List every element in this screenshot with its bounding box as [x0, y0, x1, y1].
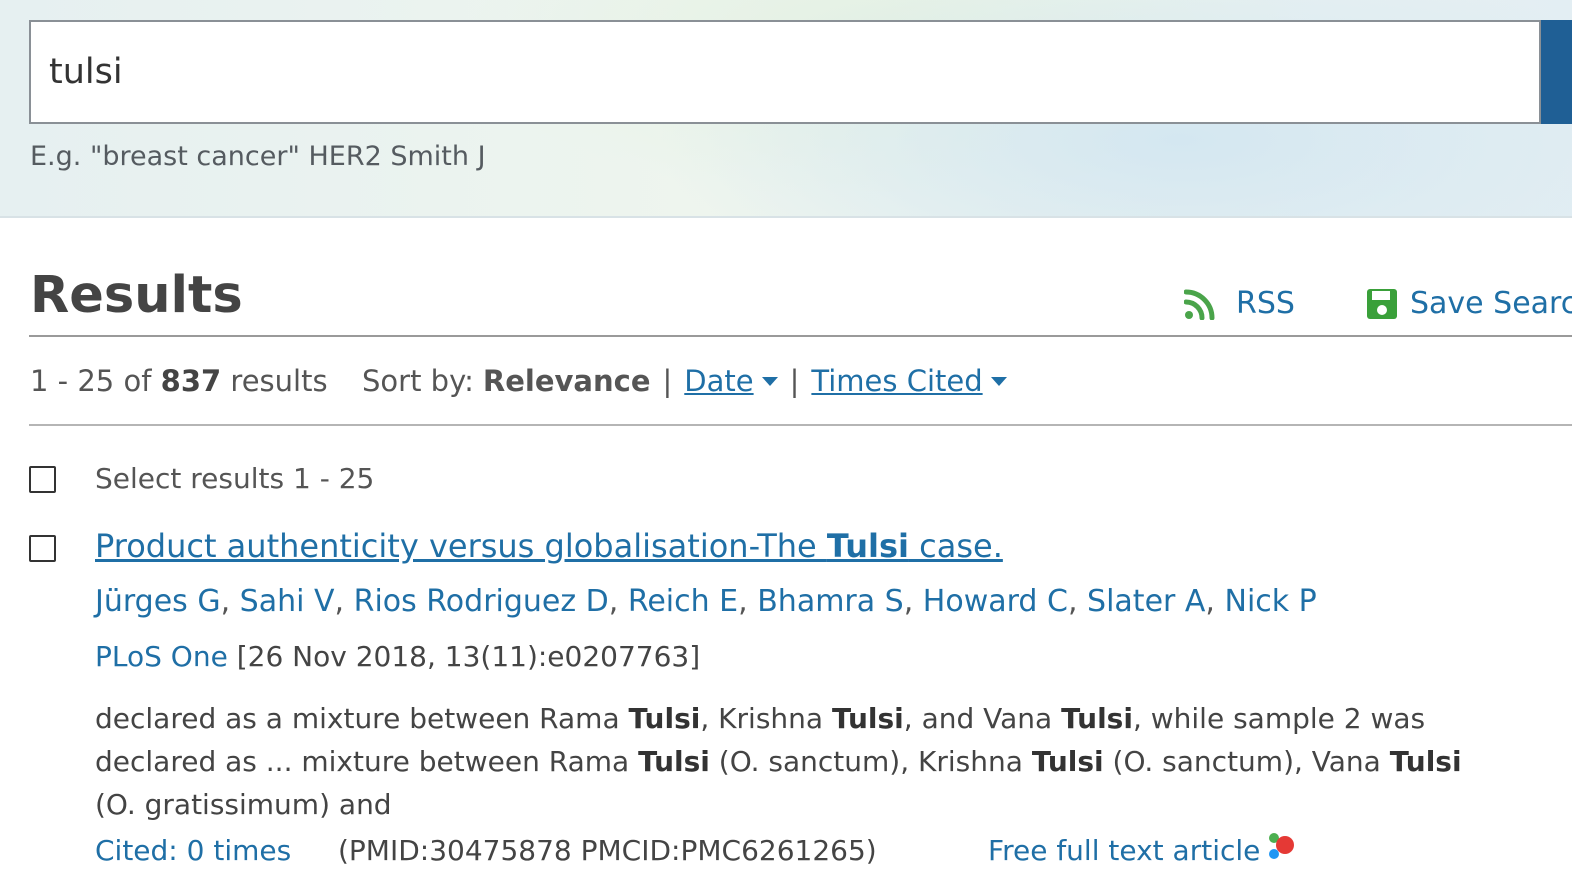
- title-highlight: Tulsi: [826, 527, 909, 565]
- results-count: 1 - 25 of 837 results: [30, 364, 328, 398]
- author-link[interactable]: Bhamra S: [757, 584, 904, 619]
- snippet-text: (O. gratissimum) and: [95, 788, 392, 821]
- sort-divider: [29, 424, 1572, 426]
- search-input[interactable]: [29, 20, 1541, 124]
- sort-separator: |: [662, 364, 673, 398]
- snippet-text: (O. sanctum), Vana: [1103, 745, 1390, 778]
- article-title-link[interactable]: Product authenticity versus globalisatio…: [95, 527, 1003, 565]
- caret-down-icon: [761, 376, 778, 386]
- snippet-highlight: Tulsi: [1031, 745, 1104, 778]
- snippet-highlight: Tulsi: [638, 745, 710, 778]
- select-all-checkbox[interactable]: [29, 466, 56, 493]
- author-link[interactable]: Howard C: [923, 584, 1068, 619]
- author-separator: ,: [334, 584, 354, 619]
- snippet-highlight: Tulsi: [1389, 745, 1462, 778]
- author-separator: ,: [903, 584, 923, 619]
- author-link[interactable]: Reich E: [628, 584, 738, 619]
- sort-separator: |: [789, 364, 800, 398]
- snippet-highlight: Tulsi: [1061, 702, 1133, 735]
- count-total: 837: [160, 364, 222, 398]
- floppy-disk-icon: [1367, 288, 1397, 319]
- abstract-snippet: declared as a mixture between Rama Tulsi…: [95, 697, 1495, 826]
- snippet-text: , Krishna: [700, 702, 832, 735]
- author-link[interactable]: Rios Rodriguez D: [354, 584, 609, 619]
- title-text-end: case.: [908, 527, 1003, 565]
- caret-down-icon: [990, 376, 1007, 386]
- results-divider: [29, 335, 1572, 337]
- results-title: Results: [30, 266, 243, 325]
- article-ids: (PMID:30475878 PMCID:PMC6261265): [338, 834, 877, 867]
- sort-times-cited-label: Times Cited: [811, 364, 983, 398]
- search-band: E.g. "breast cancer" HER2 Smith J: [0, 0, 1572, 218]
- free-full-text-link[interactable]: Free full text article: [988, 833, 1300, 867]
- select-all-label: Select results 1 - 25: [95, 462, 375, 495]
- author-link[interactable]: Slater A: [1087, 584, 1205, 619]
- search-button[interactable]: [1541, 20, 1572, 124]
- journal-link[interactable]: PLoS One: [95, 640, 228, 673]
- citation-details: [26 Nov 2018, 13(11):e0207763]: [227, 640, 701, 673]
- rss-label: RSS: [1236, 286, 1295, 321]
- sort-times-cited-link[interactable]: Times Cited: [811, 364, 1007, 398]
- author-list: Jürges G, Sahi V, Rios Rodriguez D, Reic…: [95, 584, 1317, 619]
- author-link[interactable]: Sahi V: [240, 584, 335, 619]
- journal-citation: PLoS One [26 Nov 2018, 13(11):e0207763]: [95, 640, 700, 673]
- author-link[interactable]: Jürges G: [95, 584, 221, 619]
- snippet-highlight: Tulsi: [831, 702, 904, 735]
- sort-label: Sort by:: [362, 364, 474, 398]
- snippet-text: declared as a mixture between Rama: [95, 702, 629, 735]
- sort-relevance: Relevance: [482, 364, 651, 398]
- sort-date-label: Date: [684, 364, 754, 398]
- sort-date-link[interactable]: Date: [684, 364, 778, 398]
- snippet-highlight: Tulsi: [628, 702, 701, 735]
- rss-icon: [1184, 289, 1215, 320]
- title-text: Product authenticity versus globalisatio…: [95, 527, 827, 565]
- save-search-label: Save Search: [1410, 286, 1572, 321]
- count-suffix: results: [221, 364, 328, 398]
- snippet-text: (O. sanctum), Krishna: [709, 745, 1032, 778]
- result-checkbox[interactable]: [29, 535, 56, 562]
- count-prefix: 1 - 25 of: [30, 364, 161, 398]
- author-separator: ,: [608, 584, 628, 619]
- author-separator: ,: [1067, 584, 1088, 619]
- author-link[interactable]: Nick P: [1225, 584, 1317, 619]
- sort-bar: Sort by: Relevance | Date | Times Cited: [362, 364, 1007, 398]
- open-access-dots-icon: [1269, 833, 1295, 859]
- author-separator: ,: [738, 584, 758, 619]
- author-separator: ,: [220, 584, 240, 619]
- snippet-text: , and Vana: [903, 702, 1062, 735]
- rss-link[interactable]: RSS: [1184, 286, 1295, 321]
- author-separator: ,: [1205, 584, 1225, 619]
- search-hint: E.g. "breast cancer" HER2 Smith J: [30, 141, 486, 172]
- save-search-link[interactable]: Save Search: [1366, 286, 1572, 321]
- cited-link[interactable]: Cited: 0 times: [95, 834, 291, 867]
- free-full-text-label: Free full text article: [988, 834, 1261, 867]
